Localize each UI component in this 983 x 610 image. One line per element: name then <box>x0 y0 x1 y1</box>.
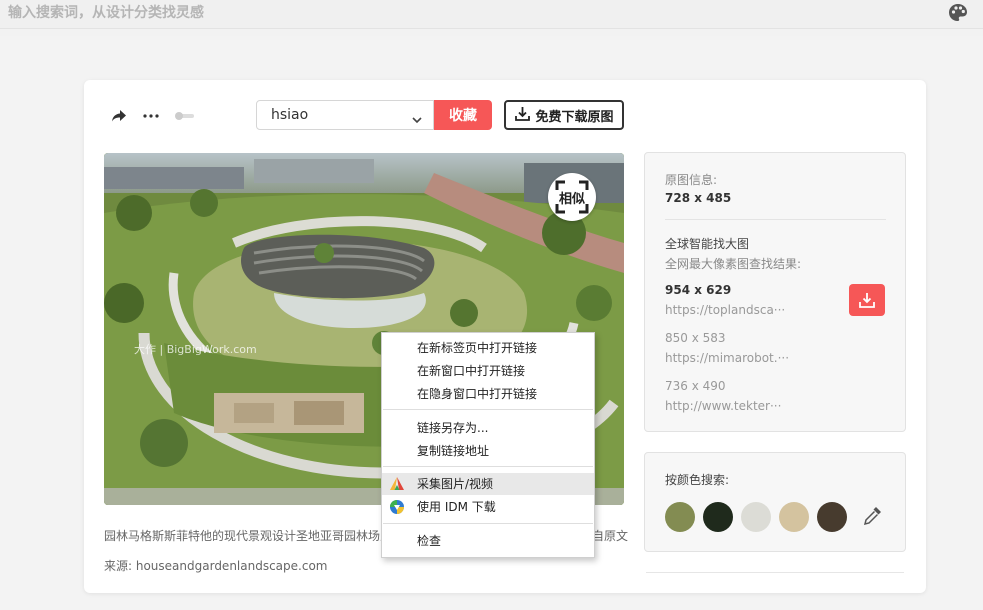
download-icon <box>514 105 531 126</box>
caption-source-link[interactable]: 自原文 <box>592 527 628 544</box>
search-input[interactable]: 输入搜索词，从设计分类找灵感 <box>8 2 204 22</box>
result-url[interactable]: http://www.tekter··· <box>665 399 781 413</box>
result-download-button[interactable] <box>849 284 885 316</box>
result-url[interactable]: https://mimarobot.··· <box>665 351 789 365</box>
color-swatch[interactable] <box>665 502 695 532</box>
color-swatch[interactable] <box>703 502 733 532</box>
similar-search-button[interactable]: 相似 <box>548 173 596 221</box>
similar-label: 相似 <box>558 191 585 207</box>
download-icon <box>859 293 875 308</box>
menu-separator <box>383 466 593 467</box>
divider <box>646 572 904 573</box>
menu-separator <box>383 523 593 524</box>
global-search-title: 全球智能找大图 <box>665 237 750 251</box>
menu-idm-download[interactable]: 使用 IDM 下载 <box>382 496 594 518</box>
result-size: 736 x 490 <box>665 379 726 393</box>
menu-open-new-tab[interactable]: 在新标签页中打开链接 <box>382 337 594 359</box>
menu-save-link-as[interactable]: 链接另存为... <box>382 417 594 439</box>
more-icon[interactable] <box>142 113 160 119</box>
collect-button[interactable]: 收藏 <box>434 100 492 130</box>
color-search-title: 按颜色搜索: <box>665 473 730 487</box>
color-swatch[interactable] <box>741 502 771 532</box>
board-select-value: hsiao <box>271 107 309 123</box>
toggle-icon[interactable] <box>174 110 196 122</box>
image-source[interactable]: 来源: houseandgardenlandscape.com <box>104 557 327 574</box>
board-select[interactable]: hsiao <box>256 100 434 130</box>
context-menu: 在新标签页中打开链接 在新窗口中打开链接 在隐身窗口中打开链接 链接另存为...… <box>381 332 595 558</box>
divider <box>665 219 886 220</box>
watermark-text: 大作 | BigBigWork.com <box>134 342 257 356</box>
eyedropper-icon[interactable] <box>863 505 883 531</box>
menu-separator <box>383 409 593 410</box>
top-search-bar[interactable]: 输入搜索词，从设计分类找灵感 <box>0 0 983 29</box>
menu-copy-link[interactable]: 复制链接地址 <box>382 440 594 462</box>
palette-icon[interactable] <box>947 2 969 28</box>
chevron-down-icon <box>411 110 423 129</box>
color-swatch[interactable] <box>817 502 847 532</box>
original-info-label: 原图信息: <box>665 173 718 187</box>
result-size: 954 x 629 <box>665 283 732 297</box>
result-size: 850 x 583 <box>665 331 726 345</box>
color-search-panel: 按颜色搜索: <box>644 452 906 552</box>
original-info-panel: 原图信息: 728 x 485 全球智能找大图 全网最大像素图查找结果: 954… <box>644 152 906 432</box>
share-icon[interactable] <box>110 108 128 124</box>
menu-inspect[interactable]: 检查 <box>382 530 594 552</box>
free-download-button[interactable]: 免费下载原图 <box>504 100 624 130</box>
original-size: 728 x 485 <box>665 191 732 205</box>
menu-open-new-window[interactable]: 在新窗口中打开链接 <box>382 360 594 382</box>
result-url[interactable]: https://toplandsca··· <box>665 303 785 317</box>
global-search-subtitle: 全网最大像素图查找结果: <box>665 257 802 271</box>
free-download-label: 免费下载原图 <box>535 109 614 125</box>
color-swatch[interactable] <box>779 502 809 532</box>
menu-open-incognito[interactable]: 在隐身窗口中打开链接 <box>382 383 594 405</box>
menu-collect-media[interactable]: 采集图片/视频 <box>382 473 594 495</box>
idm-icon <box>389 499 405 522</box>
